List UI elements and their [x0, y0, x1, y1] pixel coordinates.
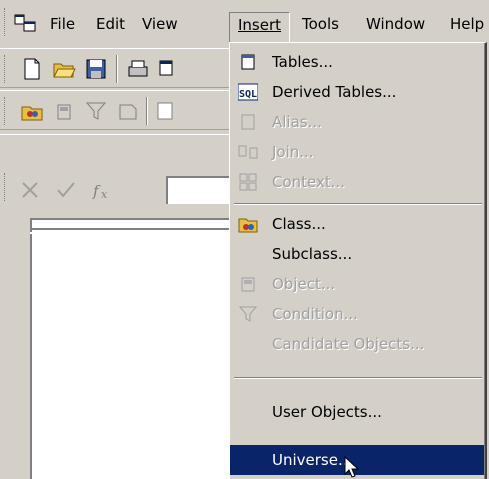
class-icon [238, 218, 258, 233]
formula-input[interactable] [166, 176, 236, 204]
toolbar-separator [146, 97, 148, 125]
alias-icon [241, 114, 255, 130]
menu-window[interactable]: Window [366, 12, 425, 36]
menu-item-subclass[interactable]: Subclass... [230, 239, 484, 269]
cancel-icon[interactable] [18, 178, 42, 202]
sql-icon: SQL [238, 83, 258, 101]
toolbar-separator [116, 55, 118, 83]
context-icon [239, 173, 257, 191]
menu-tools[interactable]: Tools [302, 12, 339, 36]
svg-text:SQL: SQL [239, 89, 257, 100]
formula-toolbar [0, 134, 240, 201]
menu-edit[interactable]: Edit [96, 12, 125, 36]
join-icon [238, 145, 258, 159]
object-icon [241, 277, 255, 292]
menu-bar: File Edit View Insert Tools Window Help [0, 0, 489, 44]
menu-item-object[interactable]: Object... [230, 269, 484, 299]
open-folder-icon[interactable] [52, 57, 76, 81]
menu-item-candidate-objects[interactable]: Candidate Objects... [230, 329, 484, 359]
class-icon[interactable] [20, 99, 44, 123]
menu-item-context[interactable]: Context... [230, 167, 484, 197]
menu-file-label: File [50, 15, 76, 33]
mouse-cursor-icon [344, 456, 360, 478]
menu-window-label: Window [366, 15, 426, 33]
menu-item-subclass-label: Subclass... [272, 245, 353, 263]
menu-item-user-objects-label: User Objects... [272, 403, 382, 421]
condition-icon[interactable] [84, 99, 108, 123]
menu-separator [234, 377, 482, 379]
menu-view-label: View [142, 15, 178, 33]
svg-text:x: x [101, 188, 108, 201]
menu-view[interactable]: View [142, 12, 178, 36]
menu-item-condition-label: Condition... [272, 305, 358, 323]
standard-toolbar [0, 48, 240, 88]
designer-toolbar [0, 90, 240, 130]
function-icon[interactable]: f x [90, 178, 118, 202]
menu-tools-label: Tools [302, 15, 339, 33]
tables-icon [241, 54, 255, 70]
hierarchy-icon[interactable] [116, 99, 140, 123]
menu-item-derived-tables[interactable]: SQL Derived Tables... [230, 77, 484, 107]
menu-separator [234, 203, 482, 205]
tables-icon[interactable] [154, 99, 178, 123]
window-icon[interactable] [158, 57, 182, 81]
print-icon[interactable] [126, 57, 150, 81]
menu-item-join[interactable]: Join... [230, 137, 484, 167]
menu-item-tables[interactable]: Tables... [230, 47, 484, 77]
svg-text:f: f [92, 182, 101, 200]
menu-item-condition[interactable]: Condition... [230, 299, 484, 329]
menu-file[interactable]: File [50, 12, 75, 36]
menu-item-user-objects[interactable]: User Objects... [230, 397, 484, 427]
menu-item-alias-label: Alias... [272, 113, 322, 131]
condition-icon [238, 306, 258, 322]
workspace-divider [30, 228, 240, 234]
menu-insert-label: Insert [238, 16, 282, 34]
menu-item-tables-label: Tables... [272, 53, 333, 71]
toolbar-grip[interactable] [4, 55, 8, 83]
menu-insert[interactable]: Insert [229, 12, 291, 44]
new-document-icon[interactable] [20, 57, 44, 81]
menubar-grip[interactable] [4, 8, 8, 36]
menu-item-derived-tables-label: Derived Tables... [272, 83, 397, 101]
menu-item-candidate-objects-label: Candidate Objects... [272, 335, 425, 353]
menu-help-label: Help [450, 15, 485, 33]
menu-item-alias[interactable]: Alias... [230, 107, 484, 137]
menu-help[interactable]: Help [450, 12, 484, 36]
toolbar-grip[interactable] [4, 97, 8, 125]
insert-menu: Tables... SQL Derived Tables... Alias...… [229, 42, 487, 479]
menu-item-class[interactable]: Class... [230, 209, 484, 239]
universe-workspace[interactable] [30, 218, 240, 479]
accept-icon[interactable] [54, 178, 78, 202]
menu-item-class-label: Class... [272, 215, 326, 233]
menu-item-universe-label: Universe... [272, 451, 353, 469]
menu-item-context-label: Context... [272, 173, 346, 191]
toolbar-grip[interactable] [4, 173, 8, 201]
menu-edit-label: Edit [96, 15, 126, 33]
menu-item-object-label: Object... [272, 275, 336, 293]
document-window-icon[interactable] [14, 14, 38, 34]
menu-item-join-label: Join... [272, 143, 314, 161]
save-icon[interactable] [84, 57, 108, 81]
object-icon[interactable] [52, 99, 76, 123]
